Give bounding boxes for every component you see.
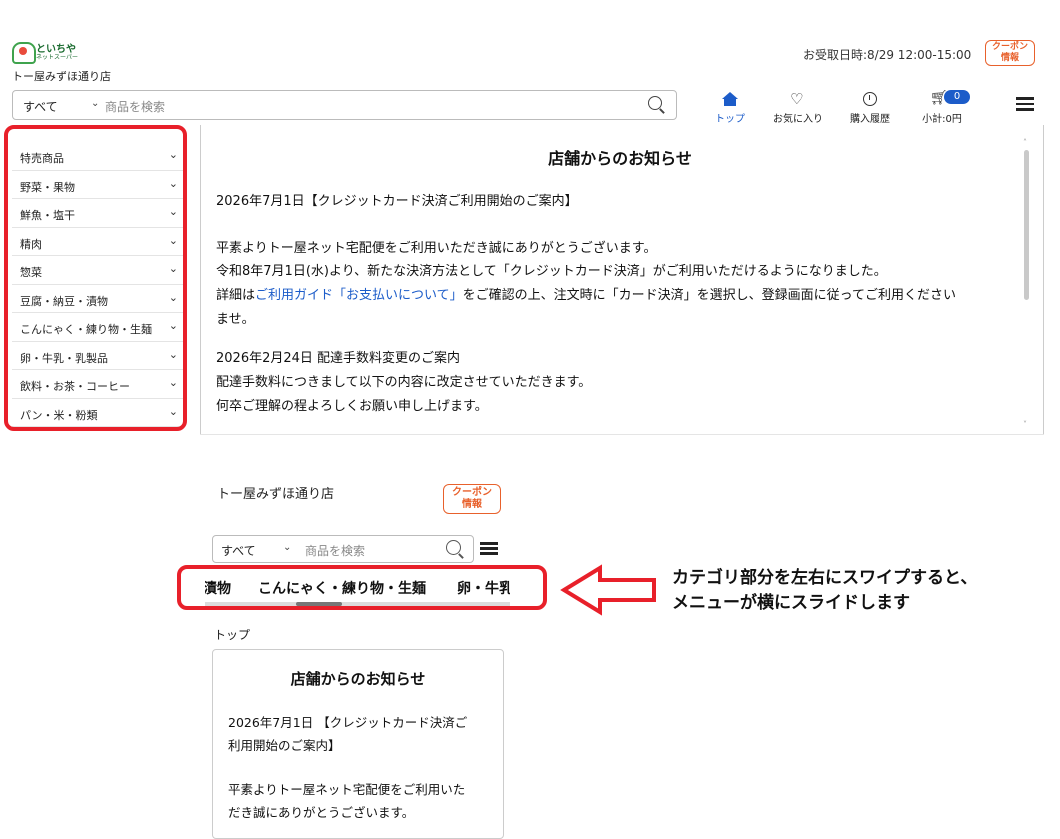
home-icon: [722, 92, 738, 106]
nav-top[interactable]: トップ: [700, 90, 760, 125]
logo-subtext: ネットスーパー: [36, 54, 78, 61]
panel-divider: [200, 434, 1044, 435]
store-logo[interactable]: といちや ネットスーパー: [12, 40, 80, 64]
mobile-notice-text: だき誠にありがとうございます。: [228, 805, 415, 820]
mobile-store-name: トー屋みずほ通り店: [217, 487, 335, 502]
chevron-down-icon: ⌄: [91, 98, 100, 109]
menu-icon[interactable]: [480, 542, 498, 555]
panel-divider: [200, 125, 201, 435]
heart-icon: ♡: [790, 90, 804, 108]
mobile-search-input[interactable]: 商品を検索: [305, 542, 365, 559]
notice-text-with-link: 詳細はご利用ガイド「お支払いについて」をご確認の上、注文時に「カード決済」を選択…: [216, 284, 956, 303]
coupon-label-bottom: 情報: [462, 499, 482, 510]
nav-cart[interactable]: 🛒︎ 0 小計:0円: [912, 90, 972, 125]
search-category-select[interactable]: すべて: [23, 98, 58, 115]
nav-history-label: 購入履歴: [850, 114, 890, 125]
coupon-label-top: クーポン: [991, 42, 1028, 52]
coupon-label-top: クーポン: [452, 487, 492, 498]
cart-count-badge: 0: [944, 90, 970, 104]
coupon-button[interactable]: クーポン 情報: [985, 40, 1035, 66]
notice-heading: 2026年7月1日【クレジットカード決済ご利用開始のご案内】: [216, 194, 578, 209]
search-icon[interactable]: [648, 96, 662, 110]
nav-favorites[interactable]: ♡ お気に入り: [768, 90, 828, 125]
menu-icon[interactable]: [1016, 97, 1034, 111]
scroll-up-icon[interactable]: ˄: [1023, 138, 1027, 147]
pickup-datetime[interactable]: お受取日時:8/29 12:00-15:00: [803, 46, 971, 63]
nav-history[interactable]: 購入履歴: [840, 90, 900, 125]
notice-text: をご確認の上、注文時に「カード決済」を選択し、登録画面に従ってご利用ください: [462, 288, 956, 303]
scrollbar[interactable]: [1024, 150, 1029, 300]
store-name: トー屋みずほ通り店: [12, 70, 111, 83]
notice-text: 令和8年7月1日(水)より、新たな決済方法として「クレジットカード決済」がご利用…: [216, 264, 887, 279]
notice-text: 配達手数料につきまして以下の内容に改定させていただきます。: [216, 375, 592, 390]
arrow-left-icon: [560, 564, 656, 616]
swipe-instruction: カテゴリ部分を左右にスワイプすると、 メニューが横にスライドします: [672, 566, 977, 616]
chevron-down-icon: ⌄: [283, 542, 292, 553]
swipe-instruction-line: カテゴリ部分を左右にスワイプすると、: [672, 568, 978, 588]
logo-icon: [12, 42, 36, 64]
nav-favorites-label: お気に入り: [773, 114, 823, 125]
coupon-label-bottom: 情報: [1000, 53, 1019, 63]
mobile-coupon-button[interactable]: クーポン 情報: [443, 484, 501, 514]
mobile-notice-text: 平素よりトー屋ネット宅配便をご利用いた: [228, 782, 466, 797]
notice-heading: 2026年2月24日 配達手数料変更のご案内: [216, 351, 461, 366]
nav-top-label: トップ: [715, 114, 745, 125]
payment-guide-link[interactable]: ご利用ガイド「お支払いについて」: [255, 288, 463, 303]
breadcrumb[interactable]: トップ: [214, 626, 250, 643]
highlight-box-category-bar: [177, 565, 547, 610]
mobile-notice-text: 2026年7月1日 【クレジットカード決済ご: [228, 715, 468, 730]
mobile-notice-title: 店舗からのお知らせ: [290, 670, 426, 688]
notice-text: 平素よりトー屋ネット宅配便をご利用いただき誠にありがとうございます。: [216, 241, 657, 256]
search-icon[interactable]: [446, 540, 461, 555]
search-input[interactable]: 商品を検索: [105, 98, 165, 115]
history-icon: [863, 92, 877, 106]
highlight-box-sidebar: [4, 125, 187, 431]
mobile-notice-text: 利用開始のご案内】: [228, 738, 341, 753]
search-bar[interactable]: すべて ⌄ 商品を検索: [12, 90, 677, 120]
scroll-down-icon[interactable]: ˅: [1023, 420, 1027, 429]
cart-subtotal: 小計:0円: [922, 114, 962, 125]
notice-text: 何卒ご理解の程よろしくお願い申し上げます。: [216, 399, 488, 414]
notice-text: ませ。: [216, 312, 255, 327]
swipe-instruction-line: メニューが横にスライドします: [672, 593, 910, 613]
panel-divider: [1043, 125, 1044, 435]
notice-text: 詳細は: [216, 288, 256, 303]
notice-title: 店舗からのお知らせ: [548, 149, 692, 168]
mobile-search-category-select[interactable]: すべて: [221, 542, 256, 559]
mobile-search-bar[interactable]: すべて ⌄ 商品を検索: [212, 535, 474, 563]
